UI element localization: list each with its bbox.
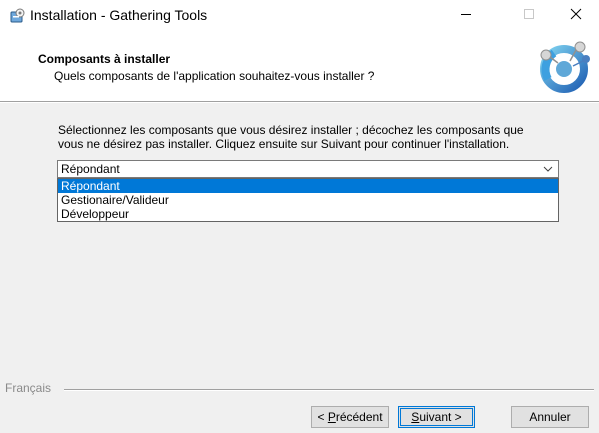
maximize-button[interactable]	[506, 0, 552, 31]
footer-divider-highlight	[64, 390, 594, 391]
previous-button-accel: P	[327, 410, 336, 424]
minimize-icon	[460, 8, 472, 23]
next-button-focus-ring	[400, 408, 473, 426]
minimize-button[interactable]	[443, 0, 489, 31]
close-icon	[570, 8, 582, 23]
dropdown-option-developpeur[interactable]: Développeur	[58, 207, 558, 221]
previous-button[interactable]: < Précédent	[311, 406, 389, 428]
instructions-text: Sélectionnez les composants que vous dés…	[58, 123, 568, 151]
installer-window: Installation - Gathering Tools Composant…	[0, 0, 599, 433]
product-logo-icon	[534, 35, 594, 95]
previous-button-rest: récédent	[335, 410, 383, 424]
installer-app-icon	[9, 7, 26, 24]
combobox-dropdown-list: Répondant Gestionaire/Valideur Développe…	[57, 178, 559, 222]
header-divider-highlight	[0, 102, 599, 103]
window-title: Installation - Gathering Tools	[30, 7, 208, 23]
dropdown-option-repondant[interactable]: Répondant	[58, 179, 558, 193]
dropdown-option-gestionnaire-valideur[interactable]: Gestionaire/Valideur	[58, 193, 558, 207]
close-button[interactable]	[553, 0, 599, 31]
page-subtitle: Quels composants de l'application souhai…	[54, 69, 375, 83]
maximize-icon	[523, 8, 535, 23]
instructions-line-1: Sélectionnez les composants que vous dés…	[58, 123, 524, 137]
components-type-combobox[interactable]: Répondant	[57, 160, 559, 178]
chevron-down-icon[interactable]	[542, 162, 554, 176]
language-label: Français	[5, 381, 52, 395]
wizard-header: Composants à installer Quels composants …	[0, 31, 599, 101]
previous-button-prefix: <	[317, 410, 328, 424]
next-button[interactable]: Suivant >	[398, 406, 475, 428]
cancel-button[interactable]: Annuler	[511, 406, 589, 428]
instructions-line-2: vous ne désirez pas installer. Cliquez e…	[58, 137, 510, 151]
combobox-selected-value: Répondant	[61, 162, 120, 176]
page-title: Composants à installer	[38, 52, 171, 66]
title-bar[interactable]: Installation - Gathering Tools	[0, 0, 599, 31]
